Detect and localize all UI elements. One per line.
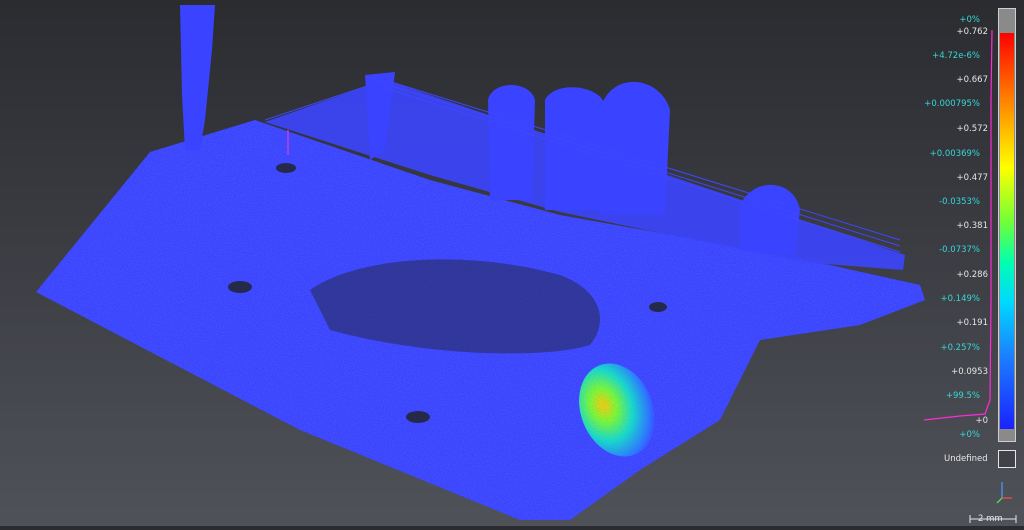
scale-percent-label: +99.5%	[945, 391, 980, 401]
point-cloud-scene[interactable]	[0, 0, 1024, 526]
scale-percent-label: +0.149%	[940, 294, 980, 304]
undefined-label: Undefined	[944, 454, 988, 464]
color-scale-bar	[998, 8, 1016, 442]
scale-bottom-percent: +0%	[959, 430, 980, 440]
undefined-color-swatch	[998, 450, 1016, 468]
color-scale-gradient	[1000, 33, 1014, 429]
scale-percent-label: +4.72e-6%	[932, 51, 980, 61]
scale-value-label: +0.0953	[951, 367, 988, 377]
tree-cloud	[600, 81, 670, 216]
scale-value-label: +0.762	[956, 27, 988, 37]
scale-percent-label: +0.257%	[940, 343, 980, 353]
scale-value-label: +0.381	[956, 221, 988, 231]
axis-triad-icon	[996, 482, 1012, 504]
scale-value-label: +0.286	[956, 270, 988, 280]
scale-value-label: +0.191	[956, 318, 988, 328]
scale-percent-label: +0.000795%	[924, 99, 980, 109]
scale-value-label: +0.477	[956, 173, 988, 183]
tree-cloud	[488, 85, 535, 200]
scale-percent-label: +0.00369%	[929, 149, 980, 159]
tree-cloud	[740, 184, 800, 255]
scale-top-percent: +0%	[959, 15, 980, 25]
scale-percent-label: -0.0737%	[939, 245, 980, 255]
tree-cloud	[180, 5, 215, 150]
scale-percent-label: -0.0353%	[939, 197, 980, 207]
3d-viewport[interactable]: +0% +0.762 +4.72e-6% +0.667 +0.000795% +…	[0, 0, 1024, 526]
scale-value-label: +0	[975, 416, 988, 426]
scale-value-label: +0.572	[956, 124, 988, 134]
scale-value-label: +0.667	[956, 75, 988, 85]
scale-bar-label: 2 mm	[978, 514, 1003, 524]
